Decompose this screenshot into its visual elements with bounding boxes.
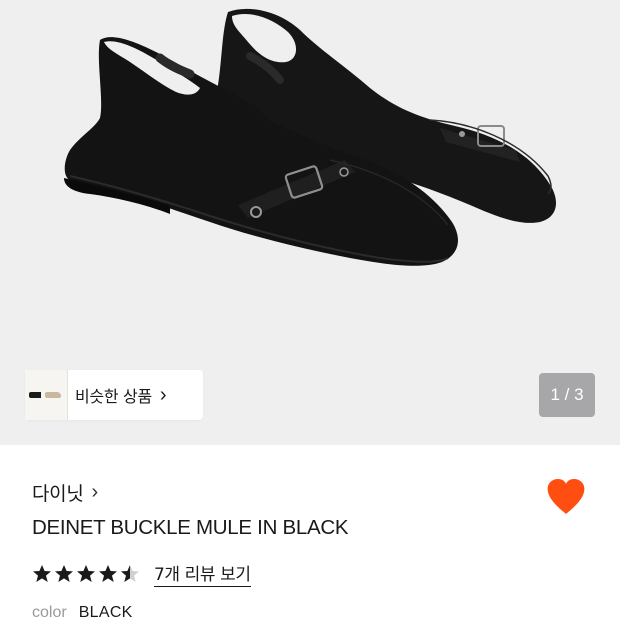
similar-thumbnail (41, 370, 68, 420)
color-label: color (32, 604, 67, 621)
star-full-icon (55, 564, 73, 582)
review-link[interactable]: 7개 리뷰 보기 (154, 560, 251, 587)
color-value: BLACK (78, 604, 133, 621)
rating-row: 7개 리뷰 보기 (32, 560, 251, 587)
color-row: color BLACK (32, 604, 133, 622)
star-full-icon (99, 564, 117, 582)
similar-products-button[interactable]: 비슷한 상품 › (25, 370, 203, 420)
chevron-right-icon: › (159, 384, 167, 406)
image-page-indicator: 1 / 3 (539, 373, 595, 417)
product-image-gallery[interactable]: 비슷한 상품 › 1 / 3 (0, 0, 620, 445)
similar-product-thumbnails (25, 370, 68, 420)
product-title: DEINET BUCKLE MULE IN BLACK (32, 516, 349, 539)
similar-products-label: 비슷한 상품 (75, 387, 152, 406)
star-half-icon (121, 564, 139, 582)
wishlist-heart-button[interactable] (546, 478, 586, 516)
star-full-icon (77, 564, 95, 582)
heart-icon (547, 479, 585, 514)
star-full-icon (33, 564, 51, 582)
chevron-right-icon: › (91, 481, 99, 503)
star-rating (32, 564, 142, 584)
brand-link[interactable]: 다이닛 › (32, 479, 98, 506)
brand-name: 다이닛 (32, 483, 84, 505)
